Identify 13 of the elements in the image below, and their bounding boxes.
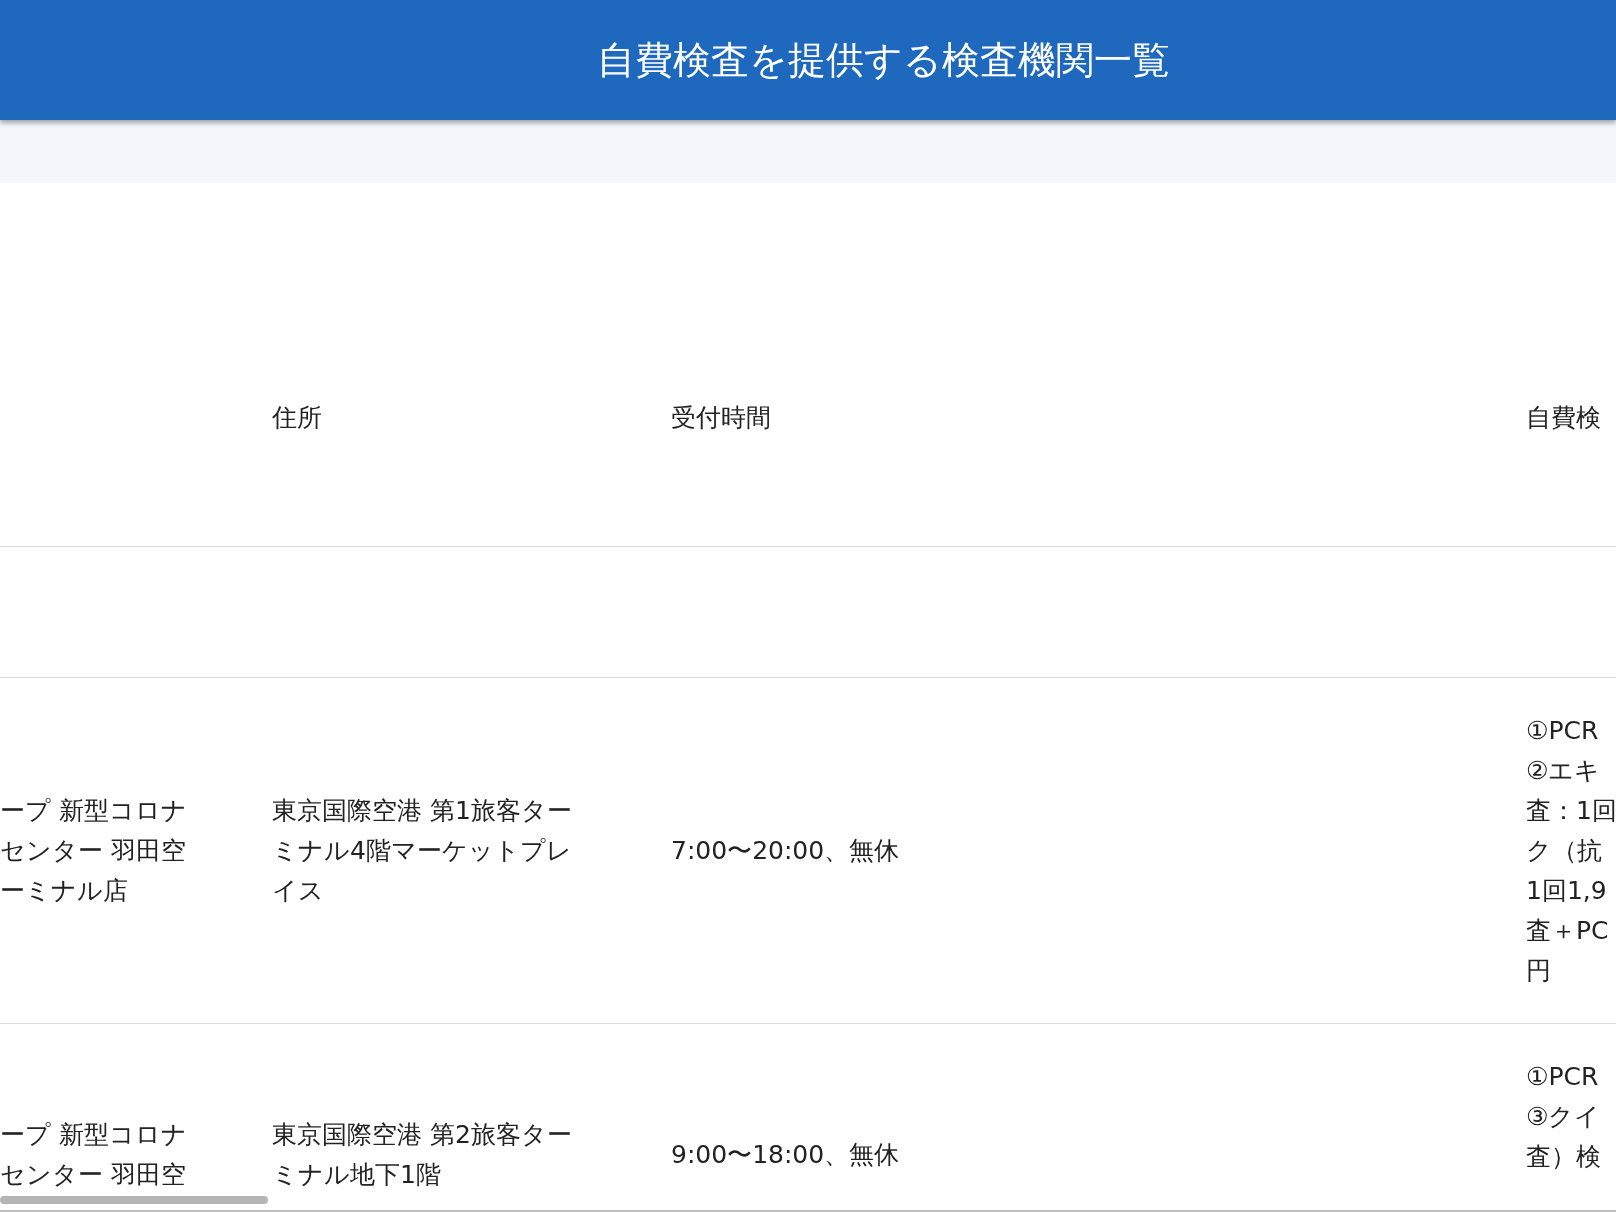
table-cell-text: 9:00〜18:00、無休 [671, 1139, 900, 1171]
column-header: 住所 [272, 402, 322, 434]
table-cell-text: 7:00〜20:00、無休 [671, 834, 900, 867]
table-cell-text: ープ 新型コロナ センター 羽田空 [0, 1119, 187, 1191]
table-cell-text: ープ 新型コロナ センター 羽田空 ーミナル店 [0, 794, 187, 907]
column-header: 受付時間 [671, 402, 771, 434]
table-cell-text: 東京国際空港 第1旅客ター ミナル4階マーケットプレ イス [272, 794, 572, 907]
table-cell-text: ①PCR ②エキ 査：1回 ク（抗 1回1,9 査＋PC 円 [1526, 715, 1616, 987]
page-title: 自費検査を提供する検査機関一覧 [595, 36, 1170, 84]
table-cell-text: 東京国際空港 第2旅客ター ミナル地下1階 [272, 1119, 572, 1191]
table-cell-text: ①PCR ③クイ 査）検 [1526, 1061, 1601, 1173]
column-header: 自費検 [1526, 402, 1601, 434]
scrollbar-thumb[interactable] [0, 1196, 268, 1204]
